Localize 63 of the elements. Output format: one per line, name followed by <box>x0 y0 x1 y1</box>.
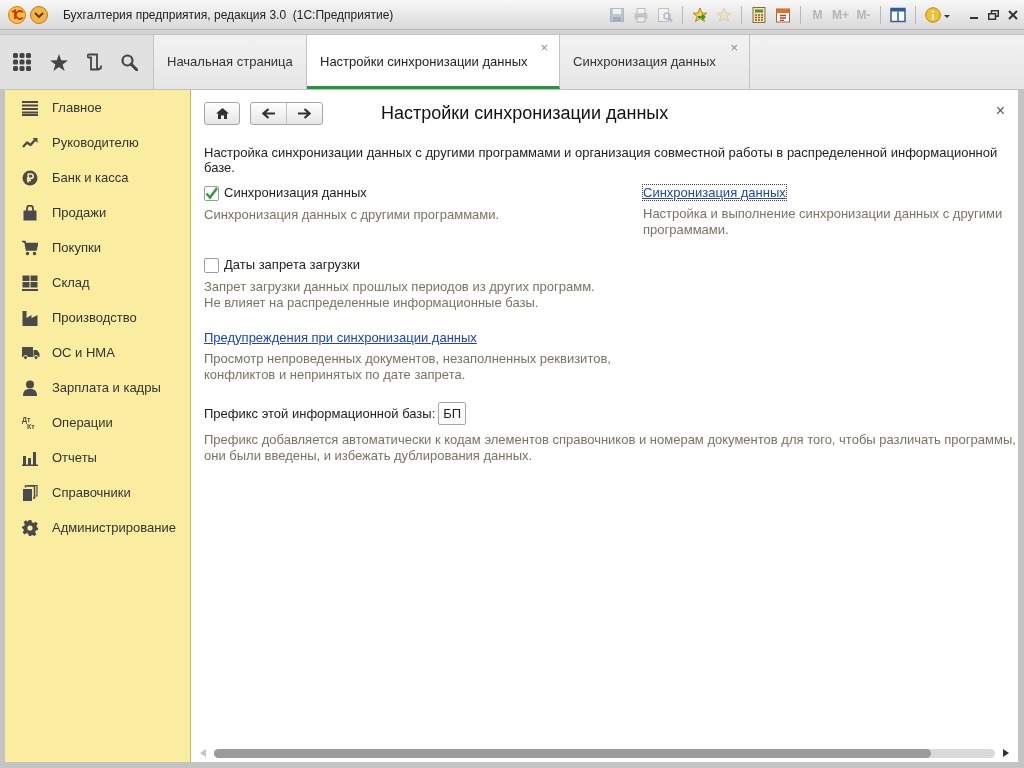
calculator-icon[interactable] <box>751 6 767 23</box>
home-icon <box>215 108 229 119</box>
link[interactable]: Предупреждения при синхронизации данных <box>204 330 477 345</box>
sidebar-item[interactable]: Администрирование <box>5 510 190 545</box>
form-title: Настройки синхронизации данных <box>381 102 669 125</box>
history-scroll-icon[interactable] <box>87 53 102 71</box>
left-arrow-icon <box>262 108 275 119</box>
star-icon[interactable] <box>50 53 68 71</box>
checkbox-label[interactable]: Даты запрета загрузки <box>224 255 360 275</box>
apps-grid-icon[interactable] <box>13 53 31 71</box>
close-form-button[interactable]: × <box>995 102 1005 119</box>
sidebar-item[interactable]: ОС и НМА <box>5 335 190 370</box>
cart-icon <box>22 239 38 256</box>
sidebar-item[interactable]: Склад <box>5 265 190 300</box>
hint-text: Префикс добавляется автоматически к кодам элементов справочников и номерам документов для того, чтобы различать программы, они были введены, и избежать дублирования данных. <box>204 432 1016 464</box>
scrollbar-thumb[interactable] <box>214 748 931 758</box>
hint-text: Синхронизация данных с другими программами. <box>204 207 500 223</box>
document-stack-icon <box>22 484 38 501</box>
tab[interactable]: Синхронизация данных × <box>560 35 750 89</box>
hint-text: Настройка и выполнение синхронизации данных с другими программами. <box>643 206 1003 238</box>
link[interactable]: Синхронизация данных <box>643 185 786 200</box>
info-caret-icon[interactable] <box>925 6 951 23</box>
sidebar-item[interactable]: Зарплата и кадры <box>5 370 190 405</box>
sidebar-item[interactable]: Руководителю <box>5 125 190 160</box>
sidebar-item[interactable]: Главное <box>5 90 190 125</box>
checkbox[interactable] <box>204 185 219 201</box>
warehouse-blocks-icon <box>22 274 38 291</box>
shopping-bag-icon <box>22 204 38 221</box>
home-button[interactable] <box>204 102 240 125</box>
menu-lines-icon <box>22 99 38 116</box>
truck-icon <box>22 345 40 360</box>
panel-layout-icon[interactable] <box>890 6 906 23</box>
window-title: Бухгалтерия предприятия, редакция 3.0 (1С:Предприятие) <box>63 6 394 24</box>
calendar-icon[interactable] <box>775 6 791 23</box>
scroll-right-icon[interactable] <box>1003 749 1009 757</box>
hint-text: Просмотр непроведенных документов, незаполненных реквизитов, конфликтов и непринятых по дате запрета. <box>204 351 611 383</box>
sidebar-item[interactable]: Банк и касса <box>5 160 190 195</box>
restore-icon[interactable] <box>988 9 999 20</box>
prefix-field[interactable]: БП <box>438 402 467 425</box>
field-label: Префикс этой информационной базы: <box>204 404 436 423</box>
gear-icon <box>22 519 38 536</box>
sidebar-item[interactable]: Продажи <box>5 195 190 230</box>
star-arrow-icon[interactable] <box>692 6 708 23</box>
close-tab-button[interactable]: × <box>540 41 548 54</box>
person-icon <box>22 379 38 396</box>
bar-chart-icon <box>22 449 38 466</box>
tab[interactable]: Настройки синхронизации данных × <box>307 35 560 89</box>
sidebar-item[interactable]: Производство <box>5 300 190 335</box>
factory-icon <box>22 309 38 326</box>
form-description: Настройка синхронизации данных с другими программами и организация совместной работы в распределенной информационной базе. <box>204 145 999 175</box>
checkmark-icon <box>205 186 218 200</box>
close-icon[interactable] <box>1008 9 1018 20</box>
checkbox[interactable] <box>204 257 219 273</box>
right-arrow-icon <box>298 108 311 119</box>
logo-icon <box>8 5 26 24</box>
sidebar-item[interactable]: Отчеты <box>5 440 190 475</box>
menu-caret-icon[interactable] <box>30 5 48 24</box>
search-icon[interactable] <box>121 53 138 71</box>
sidebar-item[interactable]: Справочники <box>5 475 190 510</box>
checkbox-label[interactable]: Синхронизация данных <box>224 183 367 203</box>
sidebar-item[interactable]: Покупки <box>5 230 190 265</box>
hint-text: Запрет загрузки данных прошлых периодов из других программ. Не влияет на распределенные информационные базы. <box>204 279 595 311</box>
ruble-coin-icon <box>22 169 38 186</box>
